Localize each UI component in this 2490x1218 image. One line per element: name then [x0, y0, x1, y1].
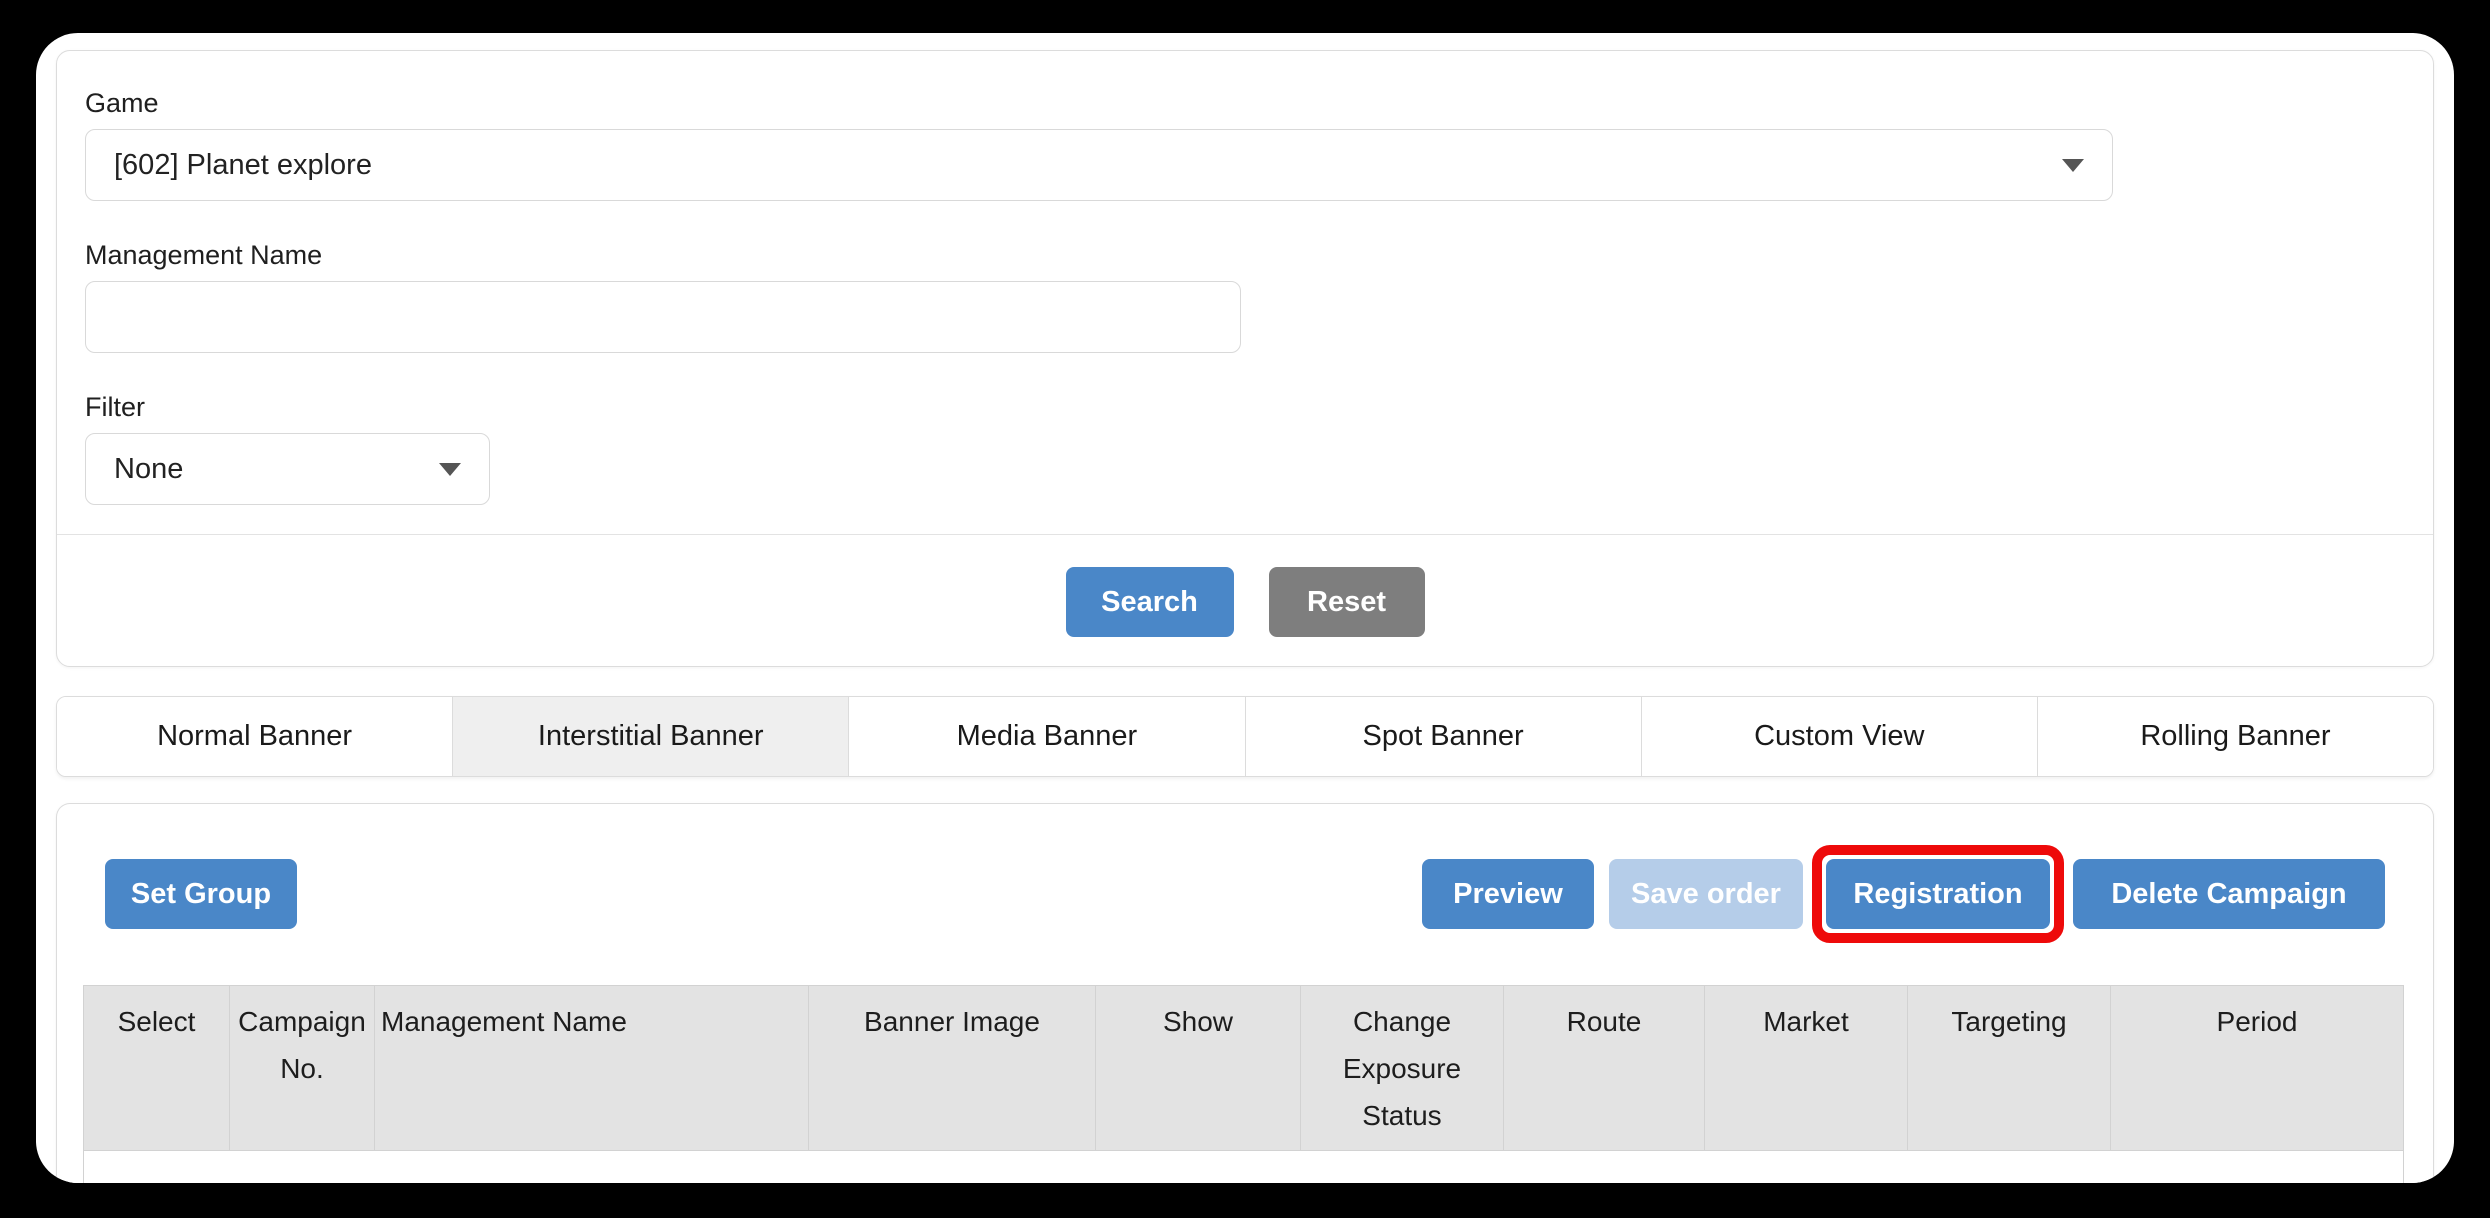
campaign-table: Select Campaign No. Management Name Bann… — [83, 985, 2404, 1183]
search-button[interactable]: Search — [1066, 567, 1234, 637]
set-group-button[interactable]: Set Group — [105, 859, 297, 929]
toolbar-right-group: Preview Save order Registration Delete C… — [1422, 859, 2385, 929]
filter-select[interactable]: None — [85, 433, 490, 505]
game-select-value: [602] Planet explore — [114, 149, 372, 182]
registration-button[interactable]: Registration — [1826, 859, 2050, 929]
tab-rolling-banner[interactable]: Rolling Banner — [2038, 697, 2433, 776]
search-filter-panel: Game [602] Planet explore Management Nam… — [56, 50, 2434, 667]
management-name-label: Management Name — [85, 239, 2405, 271]
management-name-input[interactable] — [85, 281, 1241, 353]
app-window: Game [602] Planet explore Management Nam… — [36, 33, 2454, 1183]
header-management-name: Management Name — [375, 986, 809, 1151]
header-period: Period — [2111, 986, 2404, 1151]
header-select: Select — [84, 986, 230, 1151]
tab-custom-view[interactable]: Custom View — [1642, 697, 2038, 776]
filter-select-value: None — [114, 453, 183, 486]
tab-normal-banner[interactable]: Normal Banner — [57, 697, 453, 776]
game-select[interactable]: [602] Planet explore — [85, 129, 2113, 201]
filter-actions: Search Reset — [85, 567, 2405, 637]
empty-table-row — [84, 1151, 2404, 1184]
campaign-list-panel: Set Group Preview Save order Registratio… — [56, 803, 2434, 1183]
header-show: Show — [1096, 986, 1301, 1151]
reset-button[interactable]: Reset — [1269, 567, 1425, 637]
chevron-down-icon — [439, 463, 461, 476]
header-market: Market — [1705, 986, 1908, 1151]
save-order-button[interactable]: Save order — [1609, 859, 1803, 929]
campaign-table-header-row: Select Campaign No. Management Name Bann… — [84, 986, 2404, 1151]
header-campaign-no: Campaign No. — [230, 986, 375, 1151]
tab-media-banner[interactable]: Media Banner — [849, 697, 1245, 776]
game-label: Game — [85, 87, 2405, 119]
empty-table-cell — [84, 1151, 2404, 1184]
delete-campaign-button[interactable]: Delete Campaign — [2073, 859, 2385, 929]
tab-spot-banner[interactable]: Spot Banner — [1246, 697, 1642, 776]
campaign-toolbar: Set Group Preview Save order Registratio… — [105, 859, 2385, 929]
banner-type-tabs: Normal Banner Interstitial Banner Media … — [56, 696, 2434, 777]
header-route: Route — [1504, 986, 1705, 1151]
tab-interstitial-banner[interactable]: Interstitial Banner — [453, 697, 849, 776]
chevron-down-icon — [2062, 159, 2084, 172]
filter-label: Filter — [85, 391, 2405, 423]
screenshot-frame: { "filter_card": { "game_label": "Game",… — [0, 0, 2490, 1218]
filter-card-divider — [57, 534, 2433, 535]
header-change-exposure-status: Change Exposure Status — [1301, 986, 1504, 1151]
preview-button[interactable]: Preview — [1422, 859, 1594, 929]
registration-highlight-ring: Registration — [1812, 845, 2064, 943]
header-targeting: Targeting — [1908, 986, 2111, 1151]
header-banner-image: Banner Image — [809, 986, 1096, 1151]
